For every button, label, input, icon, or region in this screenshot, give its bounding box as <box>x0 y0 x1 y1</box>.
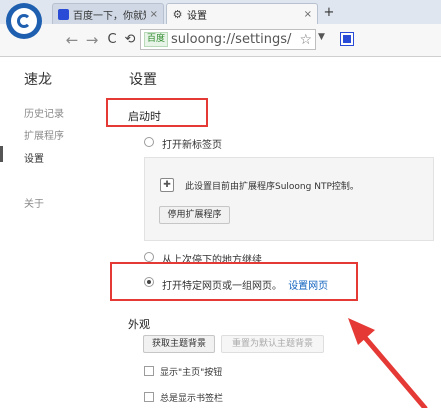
show-bookmarks-checkbox[interactable] <box>144 392 154 402</box>
sidebar-selected-indicator <box>0 146 3 162</box>
sidebar-item-settings[interactable]: 设置 <box>24 150 44 165</box>
set-pages-link[interactable]: 设置网页 <box>288 281 328 292</box>
sidebar-item-extensions[interactable]: 扩展程序 <box>24 127 64 142</box>
site-badge: 百度 <box>144 32 169 47</box>
extension-notice-panel <box>144 157 434 241</box>
page-title: 设置 <box>129 72 157 88</box>
radio-label-specific-text: 打开特定网页或一组网页。 <box>162 281 282 292</box>
baidu-favicon-icon <box>58 8 69 20</box>
reload-button[interactable]: C <box>104 30 120 50</box>
tab-close-button[interactable]: × <box>150 9 158 20</box>
new-tab-button[interactable]: + <box>322 4 336 22</box>
tab-settings[interactable]: ⚙ 设置 × <box>166 3 318 24</box>
tab-close-button[interactable]: × <box>304 9 312 20</box>
get-themes-button[interactable]: 获取主题背景 <box>143 335 215 353</box>
sidebar-item-history[interactable]: 历史记录 <box>24 105 64 120</box>
address-bar[interactable]: 百度 suloong://settings/ ☆ <box>140 29 316 50</box>
startup-heading: 启动时 <box>128 110 161 123</box>
radio-label-specific: 打开特定网页或一组网页。 设置网页 <box>162 277 328 292</box>
tab-title: 百度一下，你就知 <box>73 10 146 22</box>
show-home-checkbox[interactable] <box>144 366 154 376</box>
radio-open-specific[interactable] <box>144 277 154 287</box>
sidebar-item-about[interactable]: 关于 <box>24 195 44 210</box>
reset-theme-button[interactable]: 重置为默认主题背景 <box>221 335 324 353</box>
extension-notice-text: 此设置目前由扩展程序Suloong NTP控制。 <box>185 182 359 192</box>
tab-baidu[interactable]: 百度一下，你就知 × <box>52 3 164 24</box>
back-button[interactable]: ← <box>64 30 80 50</box>
url-text[interactable]: suloong://settings/ <box>171 32 296 47</box>
disable-extension-button[interactable]: 停用扩展程序 <box>159 206 230 224</box>
appearance-heading: 外观 <box>128 318 150 331</box>
extension-icon[interactable] <box>340 32 354 46</box>
gear-icon: ⚙ <box>172 7 183 21</box>
show-home-label: 显示"主页"按钮 <box>160 368 223 378</box>
forward-button[interactable]: → <box>84 30 100 50</box>
show-bookmarks-label: 总是显示书签栏 <box>160 394 224 404</box>
bookmark-star-icon[interactable]: ☆ <box>299 32 312 48</box>
browser-logo-icon[interactable] <box>6 3 42 39</box>
radio-open-newtab[interactable] <box>144 137 154 147</box>
undo-button[interactable]: ⟲ <box>122 30 138 50</box>
radio-continue[interactable] <box>144 252 154 262</box>
radio-label-newtab: 打开新标签页 <box>162 140 222 151</box>
puzzle-piece-icon: ✚ <box>160 178 174 192</box>
toolbar-dropdown-icon[interactable]: ▼ <box>318 32 325 42</box>
sidebar-title: 速龙 <box>24 72 52 88</box>
tab-title: 设置 <box>187 10 207 22</box>
